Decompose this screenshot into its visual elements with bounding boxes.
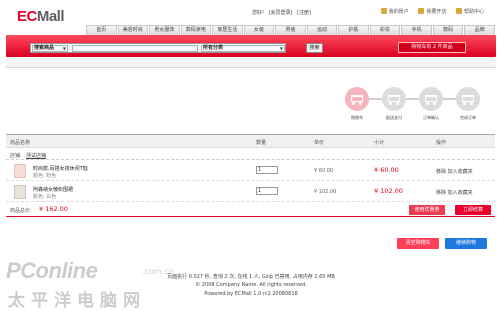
category-select[interactable]: 所有分类 ▼: [201, 45, 285, 52]
help-link[interactable]: 帮助中心: [455, 8, 484, 15]
cart-icon: [419, 87, 443, 111]
product-color: 颜色: 粉色: [33, 173, 57, 179]
unit-price: ¥ 60.00: [314, 168, 334, 174]
chevron-down-icon: ▼: [62, 46, 66, 51]
nav-tab[interactable]: 数码家电: [180, 25, 212, 35]
nav-tab[interactable]: 运动: [306, 25, 338, 35]
sub-nav-strip: [6, 57, 496, 68]
greeting: 您好!: [252, 10, 265, 16]
row-actions[interactable]: 移除 加入收藏夹: [436, 168, 473, 175]
search-box: 搜索商品 ▼ 所有分类 ▼: [30, 43, 286, 53]
table-header: 商品名称 数量 单价 小计 操作: [6, 135, 495, 148]
product-name[interactable]: 阿森纳女棱织围裙: [33, 186, 73, 193]
my-account-link[interactable]: 我的账户: [380, 8, 409, 15]
cart-icon: [382, 87, 406, 111]
store-label: 店铺:: [10, 153, 22, 159]
watermark-brand: PConline: [6, 258, 98, 283]
cart-icon: [456, 87, 480, 111]
checkout-button[interactable]: 立即结算: [455, 205, 491, 215]
subtotal: ¥ 102.00: [374, 187, 403, 195]
use-coupon-button[interactable]: 使用优惠券: [409, 205, 445, 215]
cart-table: 商品名称 数量 单价 小计 操作 店铺: 测试店铺 时尚款,百搭女孩休闲T恤 颜…: [6, 134, 495, 217]
nav-tab[interactable]: 品牌: [464, 25, 495, 35]
product-color: 颜色: 白色: [33, 194, 57, 200]
nav-tab[interactable]: 彩妆: [369, 25, 401, 35]
quantity-input[interactable]: 1: [256, 166, 278, 174]
store-icon: [418, 8, 425, 14]
table-row: 阿森纳女棱织围裙 颜色: 白色 1 ¥ 102.00 ¥ 102.00 移除 加…: [6, 181, 495, 202]
search-type-select[interactable]: 搜索商品 ▼: [32, 45, 68, 52]
step-cart: 购物车: [344, 87, 370, 121]
nav-tab[interactable]: 首页: [86, 25, 117, 35]
account-icon: [380, 8, 387, 14]
ecmall-logo[interactable]: ECMall: [17, 8, 65, 25]
pconline-watermark: PConline .com.cn 太平洋电脑网: [6, 258, 176, 311]
chevron-down-icon: ▼: [279, 46, 283, 51]
search-button[interactable]: 搜索: [306, 43, 323, 53]
total-row: 商品总价: ¥ 162.00 使用优惠券 立即结算: [6, 202, 495, 217]
col-ops: 操作: [436, 140, 447, 146]
total-label: 商品总价:: [10, 208, 32, 214]
cart-icon: [345, 87, 369, 111]
store-link[interactable]: 测试店铺: [26, 152, 46, 159]
product-thumbnail[interactable]: [14, 185, 26, 199]
logo-mall: Mall: [36, 8, 65, 25]
subtotal: ¥ 60.00: [374, 166, 399, 174]
quantity-input[interactable]: 1: [256, 187, 278, 195]
watermark-domain: .com.cn: [142, 267, 174, 276]
utility-nav: 我的账户 我要开店 帮助中心: [373, 8, 484, 15]
login-link[interactable]: [会员登录]: [269, 10, 293, 16]
watermark-chinese: 太平洋电脑网: [8, 291, 146, 311]
cart-summary-link[interactable]: 购物车有 2 件商品: [398, 42, 466, 53]
unit-price: ¥ 102.00: [314, 189, 337, 195]
register-link[interactable]: [注册]: [297, 10, 311, 16]
nav-tab[interactable]: 男装: [275, 25, 306, 35]
nav-tab[interactable]: 护肤: [338, 25, 369, 35]
search-input[interactable]: [72, 45, 198, 52]
table-row: 时尚款,百搭女孩休闲T恤 颜色: 粉色 1 ¥ 60.00 ¥ 60.00 移除…: [6, 160, 495, 181]
login-links: 您好! [会员登录] [注册]: [252, 9, 314, 16]
product-name[interactable]: 时尚款,百搭女孩休闲T恤: [33, 165, 88, 172]
nav-tab[interactable]: 手机: [401, 25, 432, 35]
logo-ec: EC: [17, 8, 37, 25]
checkout-steps: 购物车 配送支付 订单确认 完成订单: [340, 87, 495, 127]
step-shipping: 配送支付: [381, 87, 407, 121]
open-store-link[interactable]: 我要开店: [418, 8, 446, 15]
row-actions[interactable]: 移除 加入收藏夹: [436, 189, 473, 196]
nav-tab[interactable]: 美容时尚: [117, 25, 149, 35]
store-row: 店铺: 测试店铺: [6, 148, 495, 160]
clear-cart-button[interactable]: 清空购物车: [397, 238, 439, 249]
continue-shopping-button[interactable]: 继续购物: [445, 238, 487, 249]
step-complete: 完成订单: [455, 87, 481, 121]
category-nav: 首页 美容时尚 男女服饰 数码家电 家居生活 女装 男装 运动 护肤 彩妆 手机…: [86, 25, 496, 35]
col-qty: 数量: [256, 140, 267, 146]
nav-tab[interactable]: 女装: [243, 25, 275, 35]
product-thumbnail[interactable]: [14, 164, 26, 178]
nav-tab[interactable]: 家居生活: [212, 25, 243, 35]
help-icon: [455, 8, 462, 14]
col-subtotal: 小计: [374, 140, 385, 146]
col-name: 商品名称: [10, 140, 31, 146]
total-value: ¥ 162.00: [39, 205, 68, 213]
col-price: 单价: [314, 140, 325, 146]
nav-tab[interactable]: 男女服饰: [149, 25, 180, 35]
nav-tab[interactable]: 数码: [432, 25, 464, 35]
step-confirm: 订单确认: [418, 87, 444, 121]
